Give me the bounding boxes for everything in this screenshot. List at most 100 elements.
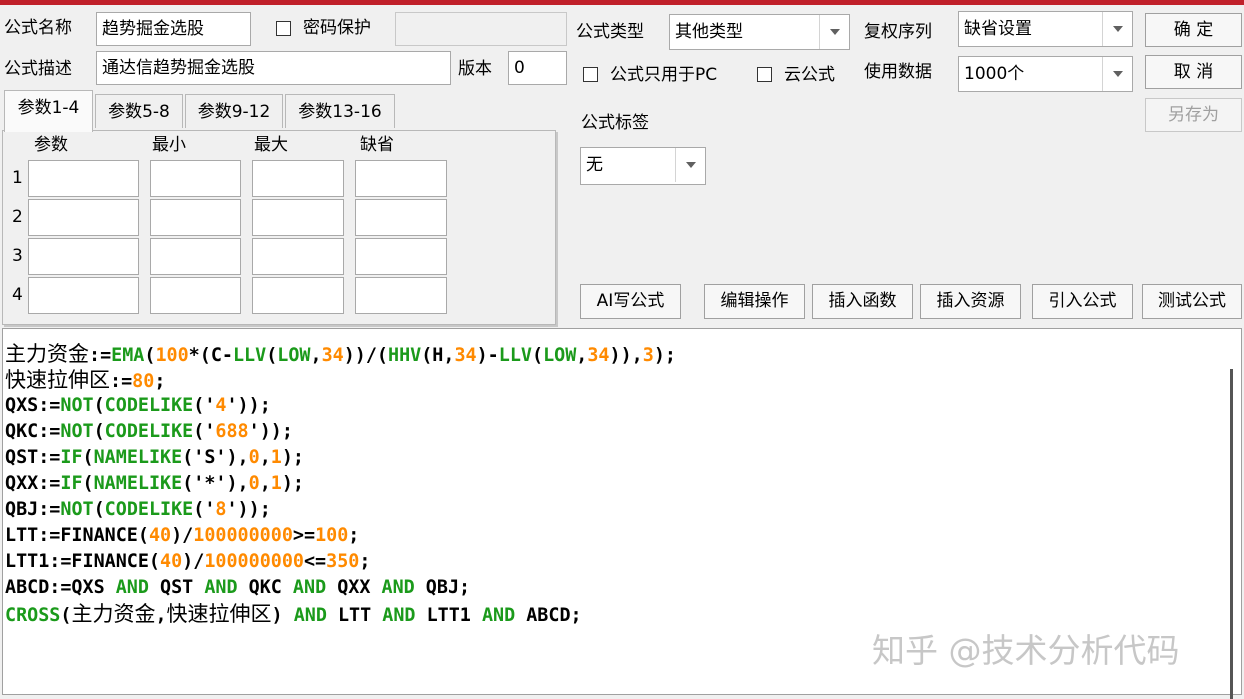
chevron-down-icon[interactable]: [1102, 12, 1132, 46]
tab-params-13-16[interactable]: 参数13-16: [285, 94, 395, 128]
param1-name-input[interactable]: [28, 160, 139, 197]
code-token: ABCD:=QXS: [5, 577, 116, 598]
code-line: QXX:=IF(NAMELIKE('*'),0,1);: [5, 471, 676, 497]
pc-only-checkbox[interactable]: [583, 67, 598, 82]
param4-min-input[interactable]: [150, 277, 241, 314]
test-formula-button[interactable]: 测试公式: [1142, 284, 1242, 319]
code-token: (': [193, 395, 216, 416]
code-line: ABCD:=QXS AND QST AND QKC AND QXX AND QB…: [5, 575, 676, 601]
code-token: '));: [226, 499, 271, 520]
password-input[interactable]: [395, 12, 567, 46]
code-text: 主力资金:=EMA(100*(C-LLV(LOW,34))/(HHV(H,34)…: [5, 341, 676, 627]
code-number: 40: [160, 551, 183, 572]
code-function: NOT: [60, 395, 94, 416]
cancel-button[interactable]: 取 消: [1145, 55, 1242, 89]
adjust-sequence-label: 复权序列: [864, 22, 932, 42]
param1-min-input[interactable]: [150, 160, 241, 197]
param-header-name: 参数: [34, 135, 68, 155]
code-function: EMA: [111, 345, 145, 366]
param2-max-input[interactable]: [252, 199, 344, 236]
password-protect-label: 密码保护: [303, 18, 371, 38]
adjust-sequence-value: 缺省设置: [964, 19, 1032, 39]
param-header-default: 缺省: [360, 135, 394, 155]
formula-tag-select[interactable]: 无: [580, 147, 706, 185]
editor-scrollbar[interactable]: [1230, 369, 1233, 699]
code-number: 4: [215, 395, 227, 416]
param2-default-input[interactable]: [355, 199, 447, 236]
param2-name-input[interactable]: [28, 199, 139, 236]
tab-params-9-12[interactable]: 参数9-12: [185, 94, 283, 128]
use-data-label: 使用数据: [864, 62, 932, 82]
param1-max-input[interactable]: [252, 160, 344, 197]
param3-default-input[interactable]: [355, 238, 447, 275]
code-token: ;: [348, 525, 360, 546]
code-number: 40: [148, 525, 172, 546]
code-token: QKC: [237, 577, 293, 598]
chevron-down-icon[interactable]: [819, 15, 849, 49]
code-number: 34: [321, 345, 344, 366]
code-line: CROSS(主力资金,快速拉伸区) AND LTT AND LTT1 AND A…: [5, 601, 676, 627]
param2-min-input[interactable]: [150, 199, 241, 236]
code-function: IF: [60, 473, 83, 494]
code-token: )),: [609, 345, 643, 366]
insert-function-button[interactable]: 插入函数: [812, 284, 913, 319]
code-function: AND: [481, 605, 516, 626]
param3-min-input[interactable]: [150, 238, 241, 275]
code-token: QXX: [326, 577, 382, 598]
adjust-sequence-select[interactable]: 缺省设置: [958, 11, 1133, 47]
use-data-select[interactable]: 1000个: [958, 56, 1133, 92]
code-token: ,: [259, 447, 271, 468]
tab-params-5-8[interactable]: 参数5-8: [95, 94, 183, 128]
code-number: 1: [270, 447, 282, 468]
password-protect-checkbox[interactable]: [276, 21, 291, 36]
version-input[interactable]: 0: [508, 51, 567, 85]
cloud-formula-checkbox[interactable]: [757, 67, 772, 82]
code-function: AND: [115, 577, 149, 598]
formula-tag-label: 公式标签: [581, 113, 649, 133]
code-function: NOT: [60, 421, 94, 442]
import-formula-button[interactable]: 引入公式: [1032, 284, 1133, 319]
formula-name-input[interactable]: 趋势掘金选股: [96, 12, 251, 46]
chevron-down-icon[interactable]: [675, 148, 705, 182]
formula-type-value: 其他类型: [675, 22, 743, 42]
code-function: NAMELIKE: [93, 447, 183, 468]
code-function: HHV: [388, 345, 422, 366]
code-token: 快速拉伸区: [166, 602, 272, 626]
code-number: 1: [270, 473, 282, 494]
param3-name-input[interactable]: [28, 238, 139, 275]
param3-max-input[interactable]: [252, 238, 344, 275]
edit-operations-button[interactable]: 编辑操作: [704, 284, 805, 319]
ok-button[interactable]: 确 定: [1145, 13, 1242, 47]
code-token: :=: [110, 371, 133, 392]
code-token: (: [93, 421, 105, 442]
code-token: (H,: [421, 345, 455, 366]
code-token: 主力资金: [5, 342, 89, 366]
param4-name-input[interactable]: [28, 277, 139, 314]
code-token: ,: [310, 345, 322, 366]
param4-max-input[interactable]: [252, 277, 344, 314]
formula-type-select[interactable]: 其他类型: [669, 14, 850, 50]
param-row-number: 1: [12, 168, 23, 188]
code-token: (': [193, 499, 216, 520]
param1-default-input[interactable]: [355, 160, 447, 197]
code-token: )/: [171, 525, 194, 546]
tab-params-1-4[interactable]: 参数1-4: [4, 90, 93, 132]
code-token: LTT:=FINANCE(: [5, 525, 149, 546]
watermark: 知乎 @技术分析代码: [872, 631, 1180, 670]
formula-desc-input[interactable]: 通达信趋势掘金选股: [96, 51, 451, 85]
code-token: *(C-: [188, 345, 233, 366]
code-token: ): [271, 605, 294, 626]
param4-default-input[interactable]: [355, 277, 447, 314]
cloud-formula-label: 云公式: [784, 65, 835, 85]
code-token: ('*'),: [182, 473, 249, 494]
insert-resource-button[interactable]: 插入资源: [920, 284, 1021, 319]
code-number: 3: [642, 345, 654, 366]
code-function: NOT: [60, 499, 94, 520]
code-token: LTT: [326, 605, 383, 626]
code-token: ,: [576, 345, 588, 366]
chevron-down-icon[interactable]: [1102, 57, 1132, 91]
save-as-button[interactable]: 另存为: [1145, 98, 1242, 132]
code-line: QKC:=NOT(CODELIKE('688'));: [5, 419, 676, 445]
ai-write-formula-button[interactable]: AI写公式: [580, 284, 681, 319]
code-function: AND: [293, 605, 327, 626]
